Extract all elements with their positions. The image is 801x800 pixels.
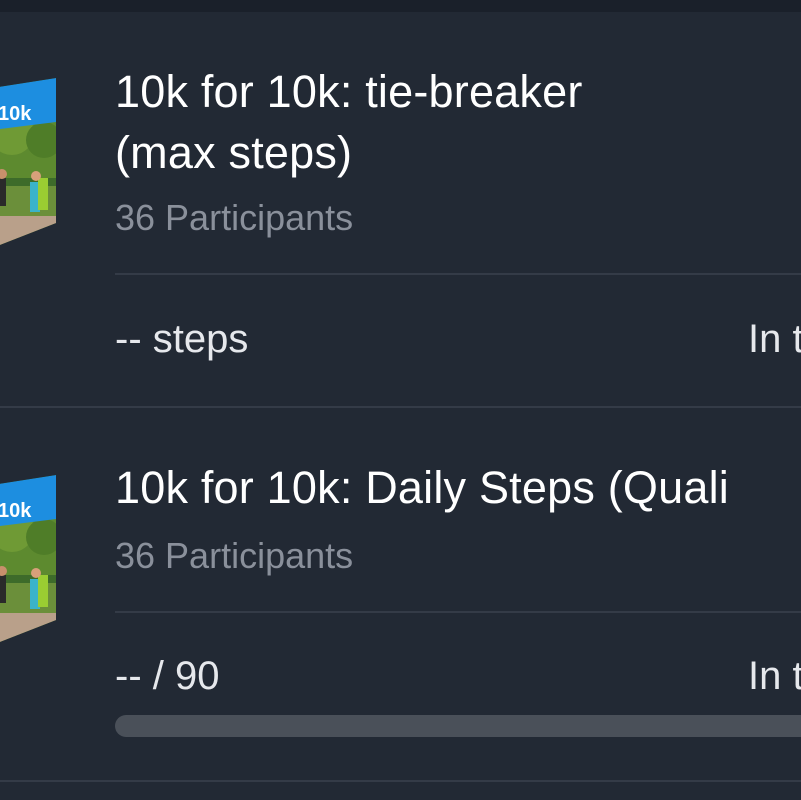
thumb-badge-text: 10k <box>0 500 32 522</box>
challenge-title-line2: (max steps) <box>115 127 353 178</box>
thumb-badge-text: 10k <box>0 103 32 125</box>
steps-value: -- steps <box>115 317 249 361</box>
card-divider <box>0 780 801 782</box>
challenge-thumbnail: 10k <box>0 475 56 645</box>
challenge-status: In t <box>748 317 801 361</box>
participant-count: 36 Participants <box>115 197 354 238</box>
card-inner-divider <box>115 611 801 613</box>
card-inner-divider <box>115 273 801 275</box>
challenge-list-screen: 10k 10k for 10k: tie-breaker (max steps)… <box>0 0 801 800</box>
top-bar <box>0 0 801 12</box>
challenge-title: 10k for 10k: Daily Steps (Quali <box>115 462 729 513</box>
challenge-card-daily-steps[interactable]: 10k 10k for 10k: Daily Steps (Quali 36 P… <box>0 408 801 800</box>
participant-count: 36 Participants <box>115 535 354 576</box>
challenge-title-line1: 10k for 10k: tie-breaker <box>115 66 583 117</box>
days-progress-value: -- / 90 <box>115 654 220 698</box>
challenge-card-tie-breaker[interactable]: 10k 10k for 10k: tie-breaker (max steps)… <box>0 12 801 408</box>
challenge-status: In t <box>748 654 801 698</box>
progress-bar <box>115 715 801 737</box>
challenge-thumbnail: 10k <box>0 78 56 248</box>
